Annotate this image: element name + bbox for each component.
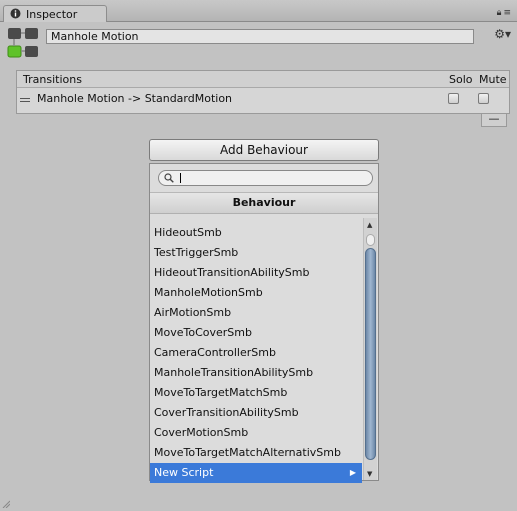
transitions-header: Transitions Solo Mute — [17, 71, 509, 88]
search-input[interactable] — [158, 170, 373, 186]
mute-header: Mute — [479, 73, 507, 86]
toolbar-icons: 🔒︎≡ — [497, 8, 513, 18]
transitions-list: Transitions Solo Mute Manhole Motion -> … — [16, 70, 510, 114]
list-item[interactable]: CoverTransitionAbilitySmb — [150, 403, 362, 423]
tab-bar: Inspector 🔒︎≡ — [0, 0, 517, 22]
scroll-thumb-cap — [366, 234, 375, 246]
drag-handle-icon[interactable] — [20, 98, 30, 102]
transitions-title: Transitions — [23, 73, 82, 86]
info-icon — [10, 8, 21, 19]
list-item[interactable]: CameraControllerSmb — [150, 343, 362, 363]
solo-header: Solo — [449, 73, 473, 86]
name-field[interactable]: Manhole Motion — [46, 29, 474, 44]
scroll-down-icon[interactable]: ▼ — [367, 470, 372, 478]
text-caret — [180, 173, 181, 183]
submenu-arrow-icon: ▶ — [349, 468, 356, 477]
list-item[interactable]: TestTriggerSmb — [150, 243, 362, 263]
list-item[interactable]: MoveToTargetMatchAlternativSmb — [150, 443, 362, 463]
list-item[interactable]: AirMotionSmb — [150, 303, 362, 323]
tab-inspector[interactable]: Inspector — [3, 5, 107, 22]
transition-label: Manhole Motion -> StandardMotion — [37, 92, 233, 105]
gear-icon[interactable]: ⚙▾ — [494, 27, 511, 41]
scroll-up-icon[interactable]: ▲ — [367, 221, 372, 229]
list-item[interactable]: HideoutTransitionAbilitySmb — [150, 263, 362, 283]
mute-checkbox[interactable] — [478, 93, 489, 104]
list-item[interactable]: HideoutSmb — [150, 223, 362, 243]
menu-icon[interactable]: ≡ — [503, 8, 513, 18]
list-item[interactable]: MoveToTargetMatchSmb — [150, 383, 362, 403]
search-icon — [164, 173, 174, 183]
list-item[interactable]: ManholeMotionSmb — [150, 283, 362, 303]
behaviour-list: HideoutSmb TestTriggerSmb HideoutTransit… — [150, 223, 362, 483]
list-item[interactable]: CoverMotionSmb — [150, 423, 362, 443]
new-script-label: New Script — [154, 466, 214, 479]
state-machine-icon — [7, 28, 38, 58]
popup-title: Behaviour — [150, 192, 378, 214]
scroll-thumb[interactable] — [365, 248, 376, 460]
remove-transition-button[interactable]: — — [481, 113, 507, 127]
scrollbar[interactable]: ▲ ▼ — [363, 218, 377, 480]
list-item[interactable]: ManholeTransitionAbilitySmb — [150, 363, 362, 383]
inspector-header: Manhole Motion ⚙▾ — [0, 22, 517, 62]
add-behaviour-button[interactable]: Add Behaviour — [149, 139, 379, 161]
resize-grip-icon[interactable] — [2, 500, 10, 508]
behaviour-popup: Behaviour HideoutSmb TestTriggerSmb Hide… — [149, 163, 379, 483]
list-item[interactable]: MoveToCoverSmb — [150, 323, 362, 343]
solo-checkbox[interactable] — [448, 93, 459, 104]
tab-label: Inspector — [26, 8, 78, 21]
new-script-item[interactable]: New Script ▶ — [150, 463, 362, 483]
transition-row[interactable]: Manhole Motion -> StandardMotion — [17, 89, 509, 109]
